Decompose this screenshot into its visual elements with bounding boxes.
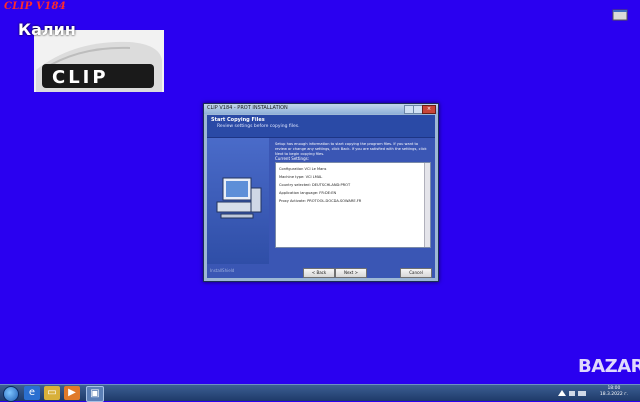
computer-icon xyxy=(216,177,262,219)
dialog-title: CLIP V184 - PROT INSTALLATION xyxy=(207,105,288,111)
clock[interactable]: 18:00 18.3.2022 г. xyxy=(600,386,628,398)
settings-line: Machine type: VCI LMAL xyxy=(279,175,323,179)
dialog-content: Setup has enough information to start co… xyxy=(273,138,433,264)
next-button[interactable]: Next > xyxy=(335,268,367,278)
intro-text: Setup has enough information to start co… xyxy=(275,142,427,156)
media-player-icon[interactable]: ▶ xyxy=(64,386,80,400)
header-subtitle: Review settings before copying files. xyxy=(217,124,300,129)
taskbar: e ▭ ▶ ▣ 18:00 18.3.2022 г. xyxy=(0,384,640,402)
clip-logo: CLIP xyxy=(34,30,164,92)
window-icon[interactable] xyxy=(612,8,628,22)
dialog-footer: InstallShield < Back Next > Cancel xyxy=(207,264,435,278)
settings-line: Country selected: DEUTSCHLAND:PROT xyxy=(279,183,351,187)
side-illustration xyxy=(207,138,269,264)
settings-group-label: Current Settings: xyxy=(275,156,310,161)
installshield-brand: InstallShield xyxy=(210,268,235,273)
header-title: Start Copying Files xyxy=(211,117,265,123)
settings-scrollbar[interactable] xyxy=(424,163,430,247)
close-button[interactable]: × xyxy=(422,105,436,114)
dialog-header: Start Copying Files Review settings befo… xyxy=(207,115,435,138)
cancel-button[interactable]: Cancel xyxy=(400,268,432,278)
back-button[interactable]: < Back xyxy=(303,268,335,278)
clock-date: 18.3.2022 г. xyxy=(599,392,628,397)
folder-icon[interactable]: ▭ xyxy=(44,386,60,400)
user-name: Калин xyxy=(18,20,76,39)
settings-textbox[interactable]: Configuration VCI Le Mans Machine type: … xyxy=(275,162,431,248)
installer-dialog: CLIP V184 - PROT INSTALLATION × Start Co… xyxy=(203,103,439,282)
settings-line: Proxy Activate: PROTOOL.DOCDA.SOWARE.FR xyxy=(279,199,362,203)
desktop-title: CLIP V184 xyxy=(4,1,67,12)
settings-line: Application language: FR:DE:EN xyxy=(279,191,337,195)
dialog-body: Start Copying Files Review settings befo… xyxy=(207,115,435,278)
dialog-titlebar[interactable]: CLIP V184 - PROT INSTALLATION × xyxy=(204,104,438,114)
settings-line: Configuration VCI Le Mans xyxy=(279,167,327,171)
bazar-watermark: BAZAR xyxy=(578,356,640,377)
tray-icons xyxy=(558,390,586,396)
ie-icon[interactable]: e xyxy=(24,386,40,400)
system-tray: 18:00 18.3.2022 г. xyxy=(556,385,636,401)
logo-text: CLIP xyxy=(52,67,109,88)
